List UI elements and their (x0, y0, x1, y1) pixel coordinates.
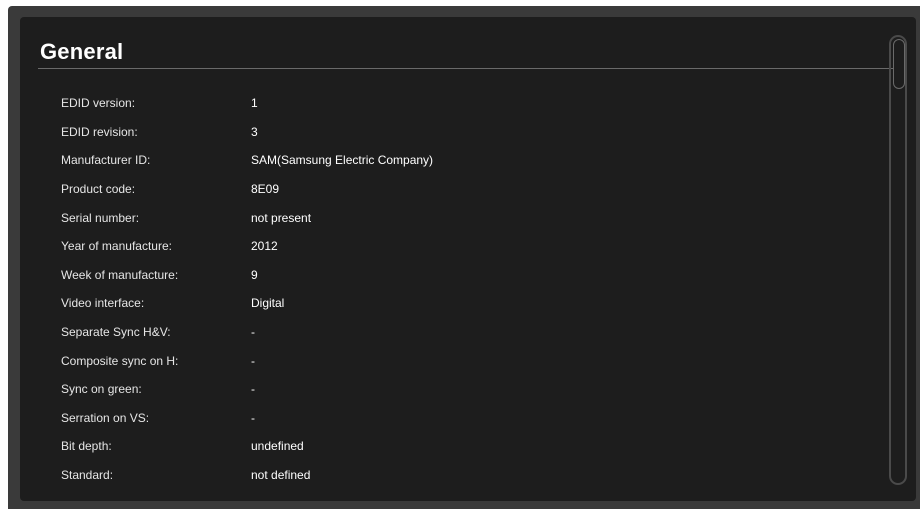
property-label: Year of manufacture: (61, 239, 172, 254)
property-row: Manufacturer ID: SAM(Samsung Electric Co… (61, 146, 861, 175)
property-value: - (251, 410, 255, 425)
property-label: Bit depth: (61, 439, 112, 454)
property-label: Composite sync on H: (61, 353, 179, 368)
scrollbar-thumb[interactable] (893, 39, 905, 89)
property-label: Separate Sync H&V: (61, 325, 171, 340)
property-row: Bit depth: undefined (61, 432, 861, 461)
title-divider (38, 68, 893, 69)
property-value: undefined (251, 439, 304, 454)
property-value: SAM(Samsung Electric Company) (251, 153, 434, 168)
property-label: Product code: (61, 182, 136, 197)
property-row: Serial number: not present (61, 203, 861, 232)
property-label: Manufacturer ID: (61, 153, 151, 168)
section-title: General (40, 39, 124, 64)
property-value: - (251, 382, 255, 397)
property-value: 3 (251, 124, 258, 139)
property-row: Year of manufacture: 2012 (61, 232, 861, 261)
property-label: Video interface: (61, 296, 145, 311)
property-row: Composite sync on H: - (61, 346, 861, 375)
property-value: not defined (251, 468, 311, 483)
property-label: Week of manufacture: (61, 267, 179, 282)
property-row: Separate Sync H&V: - (61, 318, 861, 347)
property-row: Standard: not defined (61, 461, 861, 490)
property-value: 1 (251, 96, 258, 111)
property-label: Serration on VS: (61, 410, 150, 425)
property-row: Serration on VS: - (61, 404, 861, 433)
property-row: Video interface: Digital (61, 289, 861, 318)
property-value: Digital (251, 296, 285, 311)
property-label: EDID revision: (61, 124, 138, 139)
property-value: - (251, 325, 255, 340)
property-label: Sync on green: (61, 382, 142, 397)
edid-panel: General EDID version: 1 EDID revision: 3… (20, 17, 916, 501)
property-value: 2012 (251, 239, 278, 254)
property-row: EDID revision: 3 (61, 118, 861, 147)
property-value: 9 (251, 267, 258, 282)
property-value: - (251, 353, 255, 368)
property-list: EDID version: 1 EDID revision: 3 Manufac… (61, 89, 861, 489)
property-label: Standard: (61, 468, 114, 483)
vertical-scrollbar[interactable] (889, 35, 907, 485)
property-label: Serial number: (61, 210, 140, 225)
property-row: EDID version: 1 (61, 89, 861, 118)
property-value: not present (251, 210, 312, 225)
property-row: Week of manufacture: 9 (61, 261, 861, 290)
property-row: Product code: 8E09 (61, 175, 861, 204)
property-label: EDID version: (61, 96, 136, 111)
property-value: 8E09 (251, 182, 280, 197)
property-row: Sync on green: - (61, 375, 861, 404)
